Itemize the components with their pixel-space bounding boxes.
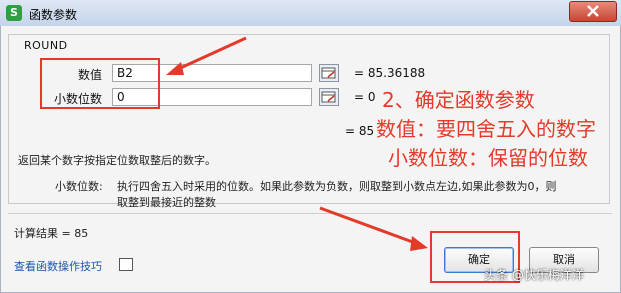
arrow-head-args [166,62,184,75]
annotation-line-3: 小数位数：保留的位数 [388,146,588,170]
arrow-head-ok [410,236,428,251]
arrow-to-args [175,36,247,72]
annotation-line-1: 2、确定函数参数 [382,88,535,112]
annotation-line-2: 数值：要四舍五入的数字 [376,117,596,141]
arrow-to-ok [319,206,419,246]
watermark: 头条 @快乐梅洋洋 [484,268,584,282]
